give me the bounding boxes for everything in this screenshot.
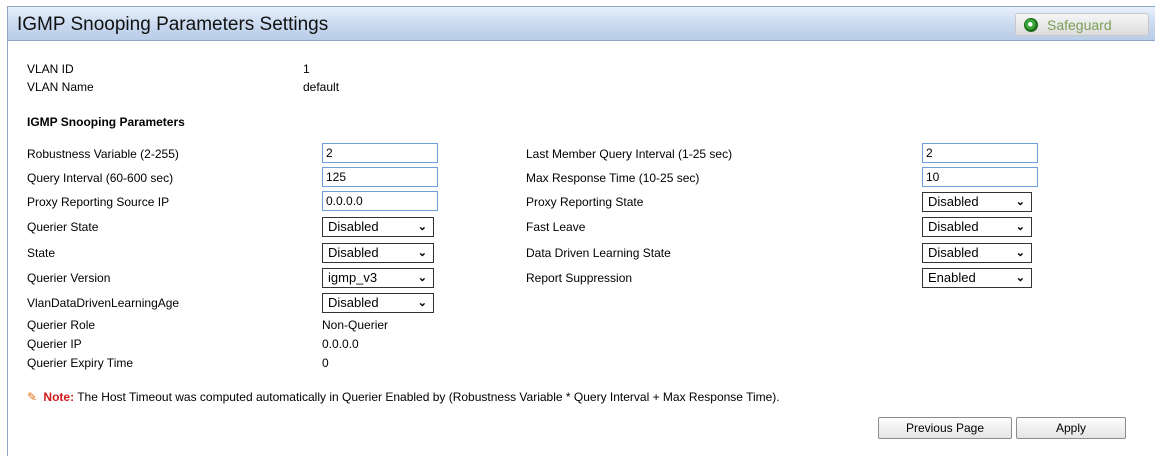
querier-state-select[interactable]: Disabled ⌄ [322, 217, 434, 237]
state-value: Disabled [328, 245, 379, 260]
page-title: IGMP Snooping Parameters Settings [17, 14, 329, 35]
chevron-down-icon: ⌄ [1015, 221, 1025, 233]
querier-version-value: igmp_v3 [328, 270, 378, 285]
previous-page-button[interactable]: Previous Page [878, 417, 1012, 439]
chevron-down-icon: ⌄ [417, 247, 427, 259]
querier-role-value: Non-Querier [322, 318, 389, 332]
max-response-time-label: Max Response Time (10-25 sec) [526, 171, 700, 185]
querier-ip-label: Querier IP [27, 337, 82, 351]
note-line: ✎ Note: The Host Timeout was computed au… [27, 390, 780, 404]
proxy-source-ip-input[interactable] [322, 191, 438, 211]
querier-expiry-label: Querier Expiry Time [27, 356, 134, 370]
vlan-ddl-age-label: VlanDataDrivenLearningAge [27, 296, 180, 310]
report-suppression-select[interactable]: Enabled ⌄ [922, 268, 1032, 288]
state-select[interactable]: Disabled ⌄ [322, 243, 434, 263]
proxy-reporting-state-select[interactable]: Disabled ⌄ [922, 192, 1032, 212]
apply-button[interactable]: Apply [1016, 417, 1126, 439]
safeguard-status-icon [1024, 18, 1038, 32]
query-interval-input[interactable] [322, 167, 438, 187]
vlan-ddl-age-select[interactable]: Disabled ⌄ [322, 293, 434, 313]
proxy-source-ip-label: Proxy Reporting Source IP [27, 195, 170, 209]
robustness-label: Robustness Variable (2-255) [27, 147, 179, 161]
vlan-id-label: VLAN ID [27, 62, 74, 76]
chevron-down-icon: ⌄ [417, 272, 427, 284]
chevron-down-icon: ⌄ [1015, 272, 1025, 284]
querier-state-value: Disabled [328, 219, 379, 234]
vlan-ddl-age-value: Disabled [328, 295, 379, 310]
chevron-down-icon: ⌄ [417, 221, 427, 233]
fast-leave-label: Fast Leave [526, 220, 586, 234]
querier-ip-value: 0.0.0.0 [322, 337, 359, 351]
title-bar: IGMP Snooping Parameters Settings Safegu… [8, 7, 1155, 41]
max-response-time-input[interactable] [922, 167, 1038, 187]
vlan-name-label: VLAN Name [27, 80, 94, 94]
proxy-reporting-state-label: Proxy Reporting State [526, 195, 644, 209]
vlan-name-value: default [303, 80, 340, 94]
ddl-state-value: Disabled [928, 245, 979, 260]
note-text: The Host Timeout was computed automatica… [77, 390, 780, 404]
querier-version-select[interactable]: igmp_v3 ⌄ [322, 268, 434, 288]
safeguard-button[interactable]: Safeguard [1015, 13, 1149, 36]
note-label: Note: [43, 390, 75, 404]
report-suppression-label: Report Suppression [526, 271, 633, 285]
query-interval-label: Query Interval (60-600 sec) [27, 171, 174, 185]
section-title: IGMP Snooping Parameters [27, 115, 185, 129]
vlan-id-value: 1 [303, 62, 310, 76]
fast-leave-value: Disabled [928, 219, 979, 234]
querier-role-label: Querier Role [27, 318, 96, 332]
safeguard-label: Safeguard [1047, 17, 1112, 33]
last-member-interval-label: Last Member Query Interval (1-25 sec) [526, 147, 733, 161]
robustness-input[interactable] [322, 143, 438, 163]
report-suppression-value: Enabled [928, 270, 976, 285]
chevron-down-icon: ⌄ [1015, 247, 1025, 259]
querier-expiry-value: 0 [322, 356, 329, 370]
fast-leave-select[interactable]: Disabled ⌄ [922, 217, 1032, 237]
querier-state-label: Querier State [27, 220, 99, 234]
pencil-icon: ✎ [27, 390, 38, 404]
chevron-down-icon: ⌄ [1015, 196, 1025, 208]
chevron-down-icon: ⌄ [417, 297, 427, 309]
ddl-state-label: Data Driven Learning State [526, 246, 671, 260]
state-label: State [27, 246, 56, 260]
querier-version-label: Querier Version [27, 271, 111, 285]
proxy-reporting-state-value: Disabled [928, 194, 979, 209]
last-member-interval-input[interactable] [922, 143, 1038, 163]
ddl-state-select[interactable]: Disabled ⌄ [922, 243, 1032, 263]
